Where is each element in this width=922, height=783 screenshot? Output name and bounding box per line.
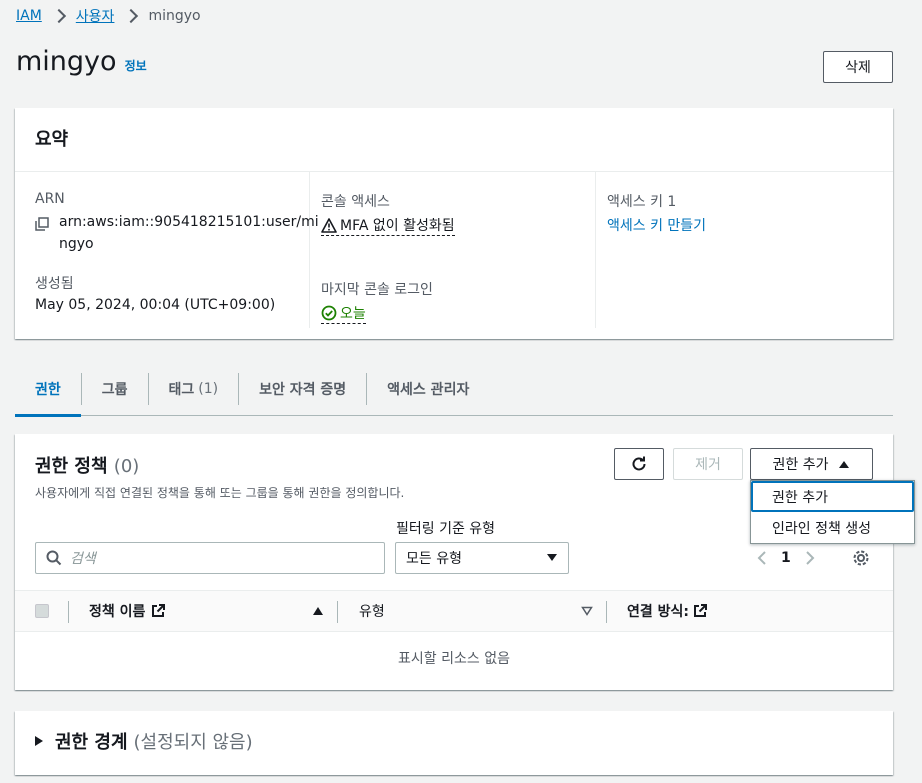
empty-state: 표시할 리소스 없음	[398, 651, 510, 667]
arn-label: ARN	[35, 191, 65, 207]
permissions-boundary-status: (설정되지 않음)	[133, 732, 253, 753]
summary-panel: 요약 ARN arn:aws:iam::905418215101:user/mi…	[15, 108, 893, 339]
external-link-icon	[694, 604, 707, 617]
add-permissions-menu: 권한 추가 인라인 정책 생성	[750, 480, 915, 544]
warning-icon	[321, 217, 337, 233]
filter-type-value: 모든 유형	[406, 551, 462, 567]
gear-icon	[853, 550, 869, 566]
column-divider	[68, 601, 69, 623]
breadcrumb-users-link[interactable]: 사용자	[76, 6, 115, 26]
permissions-title: 권한 정책 (0)	[35, 452, 139, 478]
search-icon	[46, 550, 62, 566]
remove-button[interactable]: 제거	[673, 448, 743, 480]
column-type-label: 유형	[359, 604, 385, 620]
permissions-boundary-panel: 권한 경계 (설정되지 않음)	[15, 711, 893, 775]
last-login-row: 오늘	[321, 303, 595, 325]
column-attached-via-label: 연결 방식:	[627, 604, 689, 620]
summary-col-arn: ARN arn:aws:iam::905418215101:user/mi ng…	[35, 172, 319, 328]
breadcrumb-iam-link[interactable]: IAM	[16, 8, 42, 24]
tab-label: 태그	[168, 382, 195, 398]
caret-down-icon	[547, 554, 557, 561]
access-key-label: 액세스 키 1	[607, 194, 677, 210]
console-access-row: MFA 없이 활성화됨	[321, 215, 595, 237]
tab-access-advisor[interactable]: 액세스 관리자	[367, 373, 489, 405]
add-permissions-button[interactable]: 권한 추가	[750, 448, 873, 480]
page-title-text: mingyo	[16, 46, 117, 77]
permissions-title-text: 권한 정책	[35, 456, 108, 477]
chevron-left-icon[interactable]	[757, 550, 767, 566]
permissions-boundary-title: 권한 경계	[55, 732, 128, 753]
tab-count: (1)	[198, 381, 219, 397]
column-policy-name-label: 정책 이름	[89, 604, 146, 620]
menu-item-create-inline-policy[interactable]: 인라인 정책 생성	[751, 512, 914, 543]
sort-ascending-icon[interactable]	[312, 606, 324, 616]
tab-label: 액세스 관리자	[387, 382, 470, 398]
chevron-right-icon	[51, 8, 66, 24]
menu-item-add-permissions[interactable]: 권한 추가	[751, 481, 914, 512]
tab-tags[interactable]: 태그 (1)	[149, 373, 240, 405]
arn-row: arn:aws:iam::905418215101:user/mi ngyo	[35, 211, 319, 255]
summary-title: 요약	[15, 108, 893, 172]
column-type[interactable]: 유형	[359, 591, 385, 631]
permissions-panel: 권한 정책 (0) 사용자에게 직접 연결된 정책을 통해 또는 그룹을 통해 …	[15, 434, 893, 690]
last-login-value: 오늘	[340, 305, 366, 322]
column-divider	[337, 601, 338, 623]
column-policy-name[interactable]: 정책 이름	[89, 591, 166, 631]
filter-type-select[interactable]: 모든 유형	[395, 542, 569, 574]
refresh-button[interactable]	[614, 448, 664, 480]
page-number[interactable]: 1	[781, 550, 791, 566]
tab-security-credentials[interactable]: 보안 자격 증명	[239, 373, 368, 405]
console-access-value: MFA 없이 활성화됨	[340, 218, 455, 234]
summary-col-console: 콘솔 액세스 MFA 없이 활성화됨 마지막 콘솔 로그인 오늘	[321, 172, 596, 328]
add-permissions-label: 권한 추가	[772, 457, 829, 473]
caret-up-icon	[839, 461, 850, 468]
breadcrumb: IAM 사용자 mingyo	[16, 6, 201, 26]
console-access-label: 콘솔 액세스	[321, 194, 390, 210]
check-circle-icon	[321, 305, 337, 320]
search-placeholder: 검색	[70, 551, 96, 567]
created-value: May 05, 2024, 00:04 (UTC+09:00)	[35, 297, 276, 313]
tab-label: 보안 자격 증명	[259, 382, 347, 398]
caret-right-icon	[35, 736, 43, 746]
arn-value-line2: ngyo	[59, 236, 94, 252]
search-input[interactable]: 검색	[35, 542, 385, 574]
breadcrumb-current: mingyo	[148, 8, 201, 24]
info-link[interactable]: 정보	[125, 57, 147, 74]
last-login-label: 마지막 콘솔 로그인	[321, 281, 433, 298]
permissions-description: 사용자에게 직접 연결된 정책을 통해 또는 그룹을 통해 권한을 정의합니다.	[35, 486, 405, 500]
console-access-status[interactable]: MFA 없이 활성화됨	[321, 215, 455, 236]
last-login-status[interactable]: 오늘	[321, 303, 366, 324]
tab-bar: 권한 그룹 태그 (1) 보안 자격 증명 액세스 관리자	[15, 370, 893, 417]
chevron-right-icon[interactable]	[805, 550, 815, 566]
external-link-icon	[152, 604, 166, 617]
column-divider	[606, 601, 607, 623]
permissions-boundary-toggle[interactable]: 권한 경계 (설정되지 않음)	[35, 728, 253, 754]
delete-button[interactable]: 삭제	[823, 51, 893, 83]
select-all-checkbox[interactable]	[35, 604, 49, 618]
tab-groups[interactable]: 그룹	[82, 373, 149, 405]
tab-permissions[interactable]: 권한	[15, 373, 82, 417]
filter-type-label: 필터링 기준 유형	[396, 521, 496, 537]
pagination: 1	[757, 550, 815, 566]
summary-col-access-key: 액세스 키 1 액세스 키 만들기	[607, 172, 882, 328]
tab-label: 그룹	[101, 382, 128, 398]
page-title: mingyo 정보	[16, 46, 147, 77]
created-label: 생성됨	[35, 276, 74, 292]
create-access-key-link[interactable]: 액세스 키 만들기	[607, 215, 882, 235]
table-header: 정책 이름 유형 연결 방식:	[15, 590, 893, 632]
settings-gear-icon[interactable]	[851, 548, 871, 572]
permissions-count: (0)	[113, 456, 140, 477]
column-attached-via[interactable]: 연결 방식:	[627, 591, 707, 631]
sort-descending-icon[interactable]	[581, 606, 593, 616]
tab-label: 권한	[35, 382, 61, 398]
arn-value-line1: arn:aws:iam::905418215101:user/mi	[59, 214, 319, 230]
copy-icon[interactable]	[35, 211, 59, 255]
refresh-icon	[632, 456, 646, 471]
chevron-right-icon	[124, 8, 139, 24]
